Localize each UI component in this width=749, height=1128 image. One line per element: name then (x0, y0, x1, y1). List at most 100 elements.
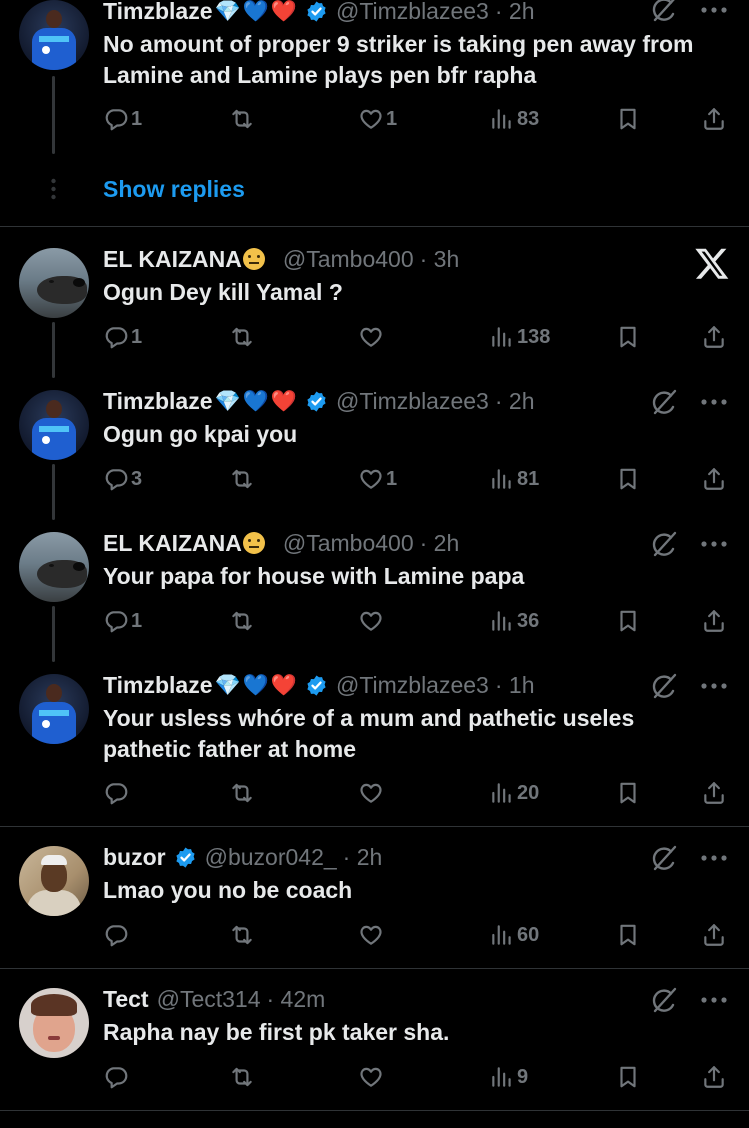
retweet-icon (229, 922, 255, 948)
show-replies-link[interactable]: Show replies (103, 176, 245, 203)
share-button[interactable] (701, 464, 727, 494)
avatar[interactable] (19, 0, 89, 70)
avatar[interactable] (19, 248, 89, 318)
reply-icon (103, 466, 129, 492)
post-time[interactable]: · 2h (495, 388, 535, 415)
author-handle[interactable]: @buzor042_ (205, 844, 337, 871)
author-handle[interactable]: @Tambo400 (283, 246, 414, 273)
avatar[interactable] (19, 674, 89, 744)
like-icon (358, 324, 384, 350)
author-handle[interactable]: @Tect314 (157, 986, 261, 1013)
views-button[interactable]: 60 (489, 920, 539, 950)
reply-icon (103, 324, 129, 350)
reply-icon (103, 922, 129, 948)
bookmark-button[interactable] (615, 464, 641, 494)
views-button[interactable]: 81 (489, 464, 539, 494)
share-button[interactable] (701, 322, 727, 352)
verified-icon (305, 0, 328, 23)
share-button[interactable] (701, 104, 727, 134)
post-time[interactable]: · 2h (495, 0, 535, 25)
views-button[interactable]: 9 (489, 1062, 528, 1092)
like-button[interactable] (358, 778, 386, 808)
reply-button[interactable] (103, 1062, 131, 1092)
bookmark-button[interactable] (615, 778, 641, 808)
retweet-button[interactable] (229, 464, 257, 494)
reply-button[interactable] (103, 778, 131, 808)
author-handle[interactable]: @Timzblazee3 (336, 0, 489, 25)
avatar[interactable] (19, 390, 89, 460)
share-button[interactable] (701, 920, 727, 950)
bookmark-icon (615, 1064, 641, 1090)
like-button[interactable]: 1 (358, 464, 397, 494)
avatar[interactable] (19, 846, 89, 916)
more-icon[interactable] (700, 996, 728, 1004)
reply-button[interactable]: 1 (103, 104, 142, 134)
retweet-button[interactable] (229, 778, 257, 808)
reply-button[interactable]: 1 (103, 322, 142, 352)
post-time[interactable]: · 42m (267, 986, 326, 1013)
retweet-button[interactable] (229, 606, 257, 636)
share-icon (701, 106, 727, 132)
retweet-button[interactable] (229, 1062, 257, 1092)
like-button[interactable] (358, 322, 386, 352)
reply-button[interactable]: 3 (103, 464, 142, 494)
author-name[interactable]: Timzblaze (103, 672, 213, 699)
like-button[interactable] (358, 606, 386, 636)
grok-icon[interactable] (649, 985, 679, 1015)
bookmark-button[interactable] (615, 322, 641, 352)
blue-heart-emoji-icon: 💙 (242, 673, 269, 697)
reply-count: 1 (131, 107, 143, 130)
author-handle[interactable]: @Tambo400 (283, 530, 414, 557)
like-button[interactable] (358, 920, 386, 950)
post-time[interactable]: · 2h (420, 530, 460, 557)
more-icon[interactable] (700, 398, 728, 406)
retweet-button[interactable] (229, 920, 257, 950)
diamond-emoji-icon: 💎 (214, 389, 241, 413)
views-button[interactable]: 20 (489, 778, 539, 808)
author-name[interactable]: EL KAIZANA (103, 530, 242, 557)
views-button[interactable]: 83 (489, 104, 539, 134)
like-button[interactable]: 1 (358, 104, 397, 134)
reply-count: 1 (131, 609, 143, 632)
grok-icon[interactable] (649, 387, 679, 417)
views-icon (489, 922, 515, 948)
post-time[interactable]: · 1h (495, 672, 535, 699)
avatar[interactable] (19, 988, 89, 1058)
bookmark-button[interactable] (615, 1062, 641, 1092)
author-name[interactable]: Timzblaze (103, 388, 213, 415)
views-button[interactable]: 138 (489, 322, 550, 352)
author-handle[interactable]: @Timzblazee3 (336, 388, 489, 415)
author-name[interactable]: buzor (103, 844, 166, 871)
share-button[interactable] (701, 778, 727, 808)
share-button[interactable] (701, 606, 727, 636)
post-time[interactable]: · 2h (343, 844, 383, 871)
reply-icon (103, 780, 129, 806)
bookmark-button[interactable] (615, 920, 641, 950)
retweet-button[interactable] (229, 104, 257, 134)
grok-icon[interactable] (649, 0, 679, 24)
reply-button[interactable]: 1 (103, 606, 142, 636)
retweet-button[interactable] (229, 322, 257, 352)
share-button[interactable] (701, 1062, 727, 1092)
post-time[interactable]: · 3h (420, 246, 460, 273)
more-icon[interactable] (700, 682, 728, 690)
bookmark-button[interactable] (615, 104, 641, 134)
avatar[interactable] (19, 532, 89, 602)
more-icon[interactable] (700, 854, 728, 862)
author-name[interactable]: EL KAIZANA (103, 246, 242, 273)
author-name[interactable]: Timzblaze (103, 0, 213, 25)
views-icon (489, 1064, 515, 1090)
more-icon[interactable] (700, 540, 728, 548)
divider (0, 826, 749, 827)
bookmark-button[interactable] (615, 606, 641, 636)
reply-button[interactable] (103, 920, 131, 950)
grok-icon[interactable] (649, 843, 679, 873)
retweet-icon (229, 106, 255, 132)
grok-icon[interactable] (649, 529, 679, 559)
grok-icon[interactable] (649, 671, 679, 701)
more-icon[interactable] (700, 6, 728, 14)
like-button[interactable] (358, 1062, 386, 1092)
author-name[interactable]: Tect (103, 986, 149, 1013)
author-handle[interactable]: @Timzblazee3 (336, 672, 489, 699)
views-button[interactable]: 36 (489, 606, 539, 636)
